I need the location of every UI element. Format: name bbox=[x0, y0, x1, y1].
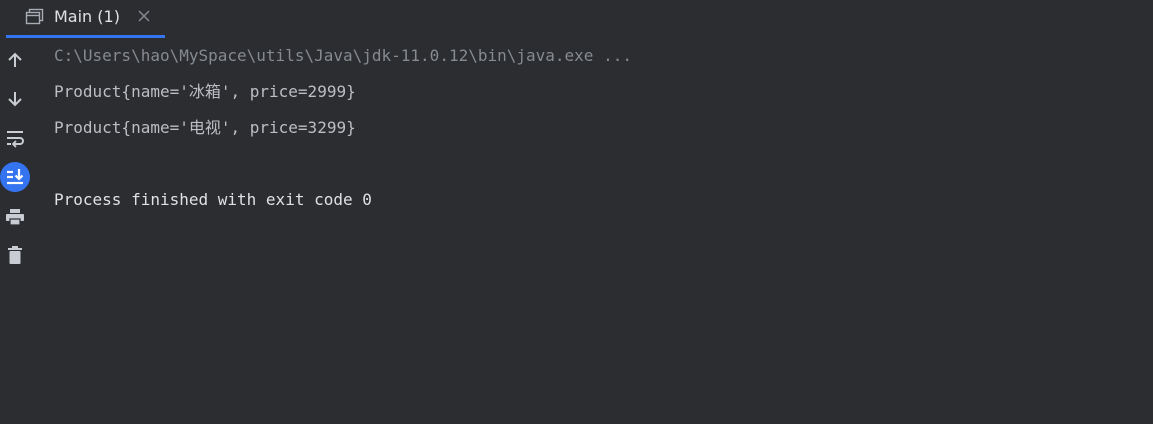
tab-main-label: Main (1) bbox=[54, 7, 120, 26]
down-stack-trace-button[interactable] bbox=[2, 86, 28, 112]
print-icon bbox=[6, 209, 24, 226]
scroll-to-end-icon bbox=[7, 169, 24, 185]
console-toolbar bbox=[0, 38, 30, 424]
arrow-down-icon bbox=[8, 92, 22, 107]
print-button[interactable] bbox=[2, 204, 28, 230]
scroll-to-end-button[interactable] bbox=[0, 162, 30, 192]
soft-wrap-icon bbox=[7, 131, 24, 148]
tab-main[interactable]: Main (1) bbox=[6, 0, 165, 38]
output-line: Product{name='电视', price=3299} bbox=[54, 118, 356, 137]
console-window-icon bbox=[25, 8, 44, 25]
command-line: C:\Users\hao\MySpace\utils\Java\jdk-11.0… bbox=[54, 46, 632, 65]
output-line: Product{name='冰箱', price=2999} bbox=[54, 82, 356, 101]
clear-all-button[interactable] bbox=[2, 242, 28, 268]
soft-wrap-button[interactable] bbox=[2, 125, 28, 151]
tool-window-tabbar: Main (1) bbox=[0, 0, 1153, 38]
trash-icon bbox=[8, 246, 22, 264]
arrow-up-icon bbox=[8, 52, 22, 67]
close-icon[interactable] bbox=[136, 8, 152, 24]
process-finished-line: Process finished with exit code 0 bbox=[54, 190, 372, 209]
up-stack-trace-button[interactable] bbox=[2, 47, 28, 73]
console-output[interactable]: C:\Users\hao\MySpace\utils\Java\jdk-11.0… bbox=[54, 38, 1144, 418]
